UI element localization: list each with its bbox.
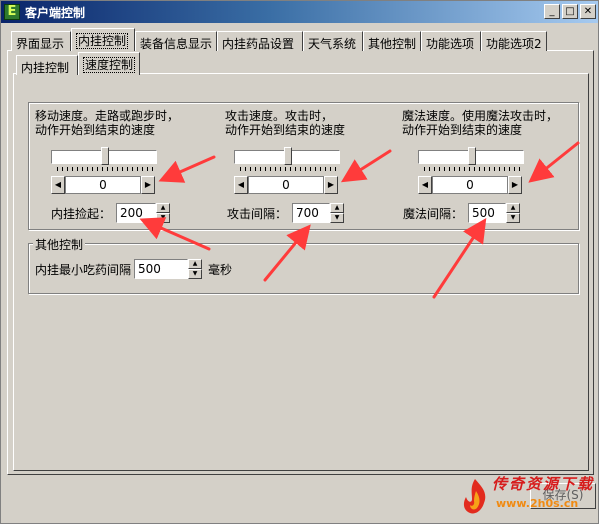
attack-scroll-value: 0 <box>248 176 324 194</box>
flame-logo-icon <box>463 479 486 514</box>
min-potion-interval-spinner[interactable]: ▲ ▼ <box>188 259 202 279</box>
tab-interface-display[interactable]: 界面显示 <box>11 31 71 51</box>
magic-speed-desc-line1: 魔法速度。使用魔法攻击时， <box>402 109 559 123</box>
magic-interval-spinner[interactable]: ▲ ▼ <box>506 203 520 223</box>
subtab-speed-control[interactable]: 速度控制 <box>78 52 140 75</box>
other-control-legend: 其他控制 <box>33 236 86 253</box>
attack-interval-input[interactable]: 700 <box>292 203 330 223</box>
attack-speed-desc-line2: 动作开始到结束的速度 <box>225 123 346 137</box>
attack-scroll-right-button[interactable]: ▶ <box>324 176 338 194</box>
move-scroll-value: 0 <box>65 176 141 194</box>
watermark-text: 传奇资源下载 <box>492 475 595 493</box>
magic-scroll-right-button[interactable]: ▶ <box>508 176 522 194</box>
magic-slider-track-right <box>474 150 524 164</box>
tab-weather-system[interactable]: 天气系统 <box>303 31 363 51</box>
magic-slider-thumb[interactable] <box>468 147 476 165</box>
client-control-window: E 客户端控制 _ □ ✕ 界面显示 内挂控制 装备信息显示 内挂药品设置 天气… <box>0 0 599 524</box>
magic-slider-ticks <box>424 167 524 171</box>
attack-interval-spinner[interactable]: ▲ ▼ <box>330 203 344 223</box>
spin-down-icon[interactable]: ▼ <box>506 213 520 223</box>
tab-equipment-info[interactable]: 装备信息显示 <box>135 31 217 51</box>
spin-down-icon[interactable]: ▼ <box>156 213 170 223</box>
attack-scroll-left-button[interactable]: ◀ <box>234 176 248 194</box>
window-title: 客户端控制 <box>25 6 86 20</box>
pickup-input[interactable]: 200 <box>116 203 156 223</box>
spin-up-icon[interactable]: ▲ <box>156 203 170 213</box>
move-speed-desc-line1: 移动速度。走路或跑步时， <box>35 109 180 123</box>
spin-up-icon[interactable]: ▲ <box>506 203 520 213</box>
maximize-button[interactable]: □ <box>562 4 578 19</box>
move-slider-track-right <box>107 150 157 164</box>
min-potion-interval-label: 内挂最小吃药间隔 <box>35 263 132 277</box>
min-potion-interval-input[interactable]: 500 <box>134 259 188 279</box>
move-slider-track-left <box>51 150 103 164</box>
tab-plugin-potion-settings[interactable]: 内挂药品设置 <box>217 31 303 51</box>
attack-slider-track-left <box>234 150 286 164</box>
attack-slider-thumb[interactable] <box>284 147 292 165</box>
milliseconds-unit-label: 毫秒 <box>208 263 233 277</box>
tab-other-control[interactable]: 其他控制 <box>363 31 421 51</box>
tab-function-options[interactable]: 功能选项 <box>421 31 481 51</box>
magic-scroll-value: 0 <box>432 176 508 194</box>
attack-slider-ticks <box>240 167 340 171</box>
minimize-button[interactable]: _ <box>544 4 560 19</box>
watermark-url: www.2h0s.cn <box>496 497 579 510</box>
tab-plugin-control[interactable]: 内挂控制 <box>71 28 135 51</box>
pickup-label: 内挂捡起： <box>51 207 112 221</box>
site-watermark: 传奇资源下载 www.2h0s.cn <box>456 471 596 523</box>
magic-interval-label: 魔法间隔： <box>403 207 464 221</box>
move-slider-thumb[interactable] <box>101 147 109 165</box>
app-icon: E <box>4 4 20 20</box>
spin-down-icon[interactable]: ▼ <box>330 213 344 223</box>
tab-function-options-2[interactable]: 功能选项2 <box>481 31 547 51</box>
close-button[interactable]: ✕ <box>580 4 596 19</box>
attack-slider-track-right <box>290 150 340 164</box>
magic-scroll-left-button[interactable]: ◀ <box>418 176 432 194</box>
pickup-spinner[interactable]: ▲ ▼ <box>156 203 170 223</box>
move-scroll-right-button[interactable]: ▶ <box>141 176 155 194</box>
move-scroll-left-button[interactable]: ◀ <box>51 176 65 194</box>
title-bar[interactable]: E 客户端控制 _ □ ✕ <box>1 1 598 23</box>
spin-up-icon[interactable]: ▲ <box>188 259 202 269</box>
magic-slider-track-left <box>418 150 470 164</box>
move-speed-desc-line2: 动作开始到结束的速度 <box>35 123 156 137</box>
spin-up-icon[interactable]: ▲ <box>330 203 344 213</box>
subtab-plugin-control[interactable]: 内挂控制 <box>16 55 78 75</box>
attack-interval-label: 攻击间隔： <box>227 207 288 221</box>
attack-speed-desc-line1: 攻击速度。攻击时， <box>225 109 334 123</box>
move-slider-ticks <box>57 167 157 171</box>
spin-down-icon[interactable]: ▼ <box>188 269 202 279</box>
magic-interval-input[interactable]: 500 <box>468 203 506 223</box>
magic-speed-desc-line2: 动作开始到结束的速度 <box>402 123 523 137</box>
